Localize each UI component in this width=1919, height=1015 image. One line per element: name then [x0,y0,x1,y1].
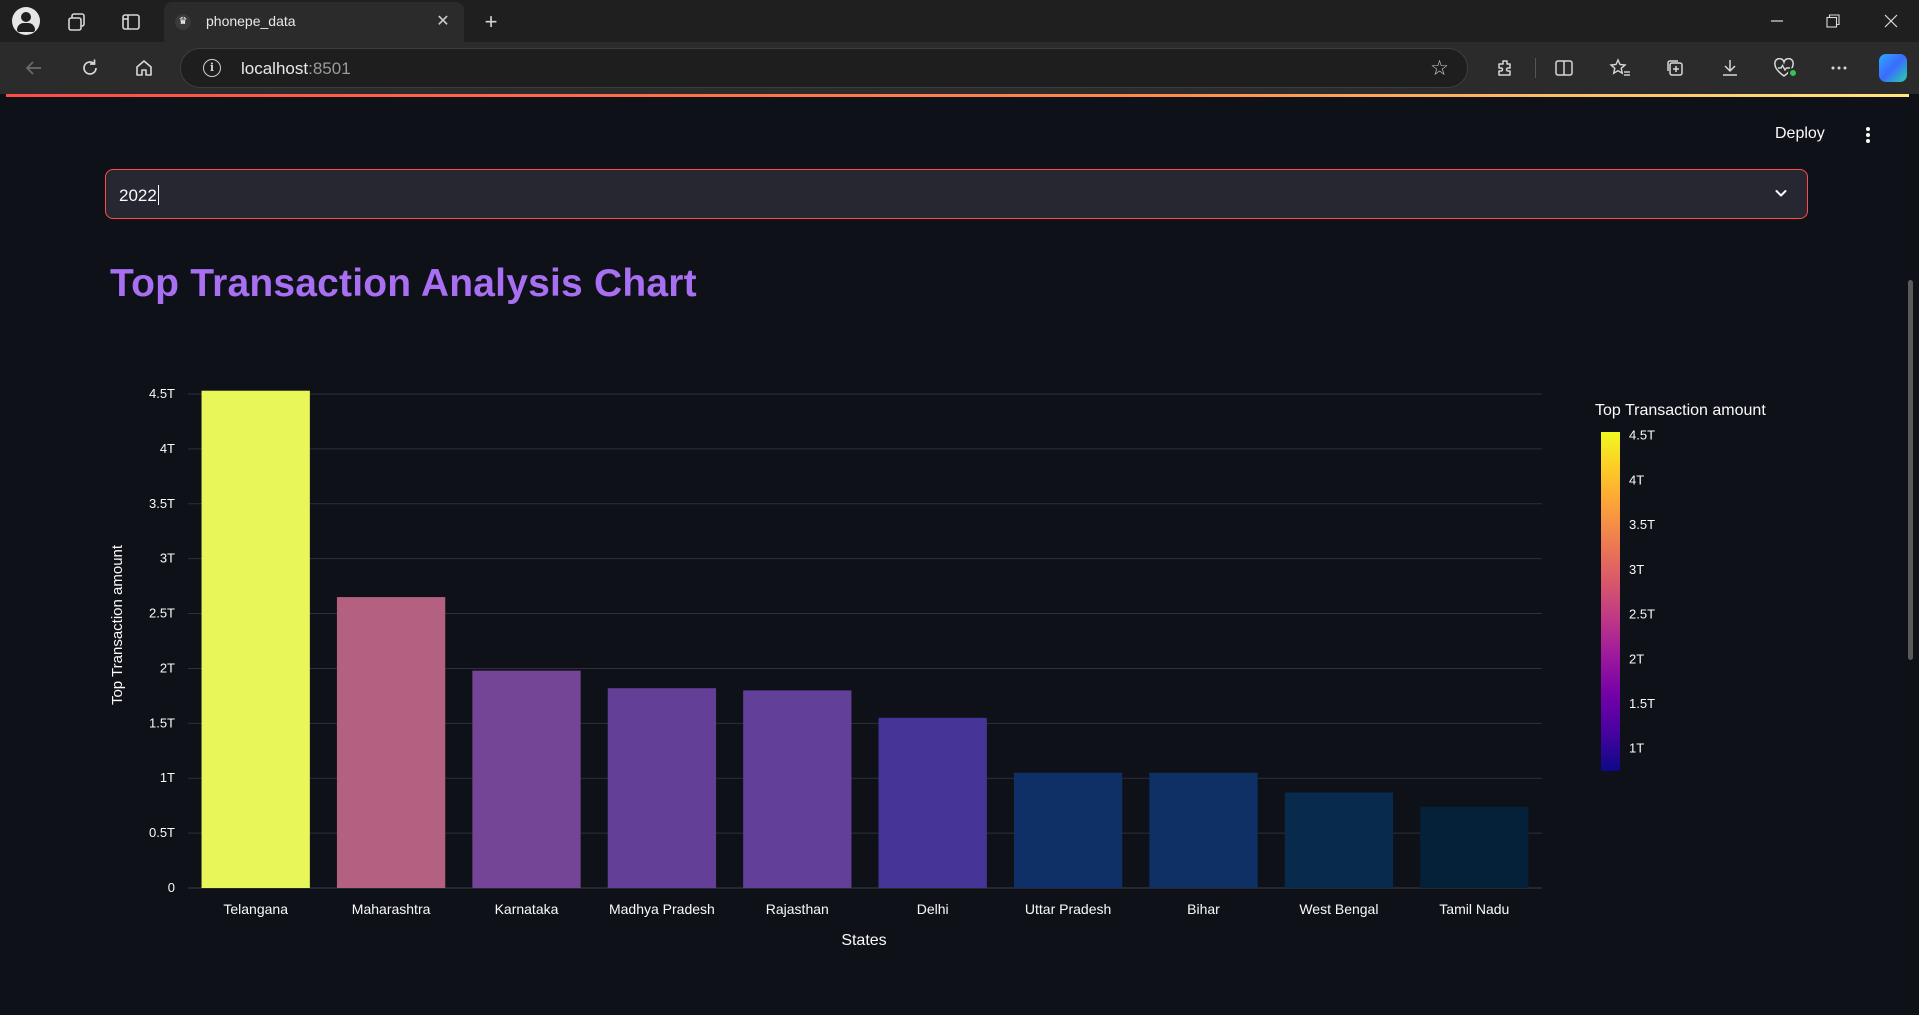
page-scrollbar[interactable] [1908,280,1913,660]
bar [472,670,581,888]
y-tick-label: 3.5T [149,496,175,511]
y-axis-label: Top Transaction amount [109,544,126,705]
x-tick-label: Uttar Pradesh [1025,901,1111,917]
bar [1149,772,1258,888]
x-axis-label: States [841,932,886,949]
x-tick-label: West Bengal [1299,901,1378,917]
y-tick-label: 2.5T [149,606,175,621]
colorbar-tick-label: 1T [1629,741,1644,756]
bar [743,690,852,888]
colorbar-tick-label: 2T [1629,651,1644,666]
x-tick-label: Madhya Pradesh [609,901,715,917]
y-tick-label: 4.5T [149,386,175,401]
y-tick-label: 1.5T [149,715,175,730]
bar [1013,772,1123,888]
colorbar-tick-label: 1.5T [1629,696,1655,711]
colorbar-tick-label: 3.5T [1629,517,1655,532]
x-tick-label: Karnataka [495,901,559,917]
y-tick-label: 0 [168,880,175,895]
x-tick-label: Bihar [1187,901,1220,917]
y-tick-label: 1T [160,770,175,785]
y-tick-label: 4T [160,441,175,456]
x-tick-label: Maharashtra [352,901,431,917]
y-tick-label: 3T [160,551,175,566]
colorbar-tick-label: 4.5T [1629,428,1655,443]
x-tick-label: Rajasthan [766,901,829,917]
colorbar-tick-labels: 1T 1.5T 2T 2.5T 3T 3.5T 4T 4.5T [1629,428,1655,756]
colorbar [1601,432,1620,771]
y-tick-labels: 0 0.5T 1T 1.5T 2T 2.5T 3T 3.5T 4T 4.5T [149,386,175,895]
colorbar-tick-label: 4T [1629,472,1644,487]
bar [336,597,446,888]
bar-chart: 0 0.5T 1T 1.5T 2T 2.5T 3T 3.5T 4T 4.5T Telangana M… [109,386,1766,949]
bar [201,390,310,888]
x-tick-label: Telangana [223,901,288,917]
colorbar-tick-label: 2.5T [1629,607,1655,622]
colorbar-title: Top Transaction amount [1595,402,1766,419]
y-tick-label: 0.5T [149,825,175,840]
bar [878,717,987,888]
bar [1284,792,1394,888]
bar [607,688,717,888]
x-tick-label: Delhi [917,901,949,917]
x-tick-label: Tamil Nadu [1439,901,1509,917]
bar [1420,806,1529,888]
colorbar-tick-label: 3T [1629,562,1644,577]
y-tick-label: 2T [160,660,175,675]
x-tick-labels: Telangana Maharashtra Karnataka Madhya Prad… [223,901,1509,917]
bars [201,390,1529,888]
